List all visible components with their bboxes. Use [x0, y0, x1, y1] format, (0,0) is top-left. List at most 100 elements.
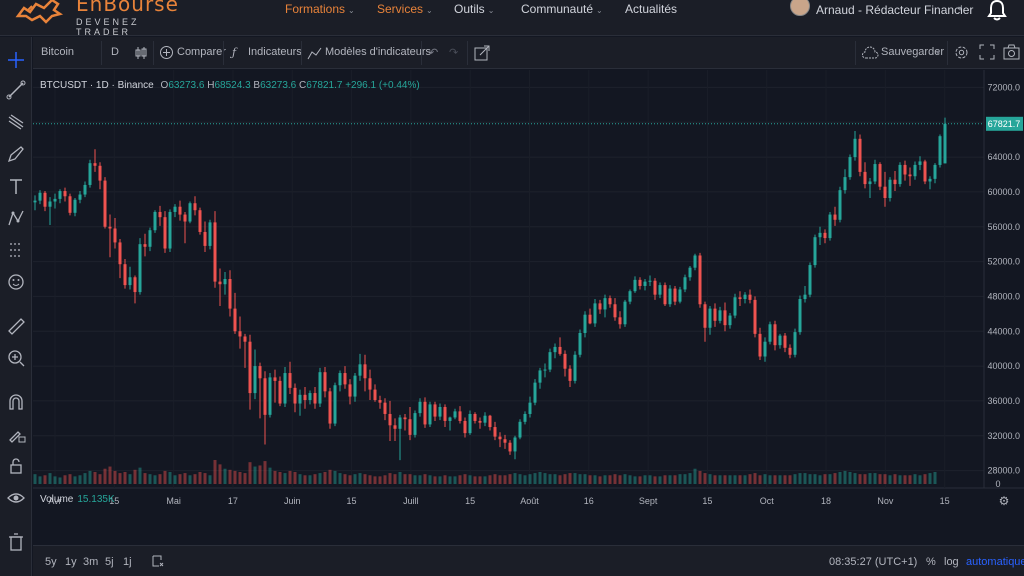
save-button[interactable]: Sauvegarder [881, 46, 944, 58]
nav-label: Actualités [625, 2, 678, 16]
candle-body [73, 199, 77, 213]
volume-bar [188, 475, 192, 484]
candle-body [103, 180, 107, 227]
compare-icon[interactable] [159, 45, 174, 60]
compare-button[interactable]: Comparer [177, 46, 226, 58]
enbourse-logo[interactable]: EnBourse DEVENEZ TRADER [10, 0, 180, 37]
candle-body [48, 201, 52, 207]
candle-style-icon[interactable] [133, 45, 149, 61]
range-5y[interactable]: 5y [45, 556, 57, 568]
magnet-icon[interactable] [5, 391, 27, 413]
redo-icon[interactable]: ↷ [449, 46, 458, 59]
publish-icon[interactable] [474, 45, 490, 61]
brush-icon[interactable] [5, 143, 27, 165]
candle-body [773, 324, 777, 346]
chevron-down-icon: ⌄ [487, 6, 495, 15]
volume-bar [803, 473, 807, 484]
volume-bar [773, 475, 777, 484]
emoji-icon[interactable] [5, 271, 27, 293]
volume-bar [603, 475, 607, 484]
candle-body [123, 264, 127, 286]
cloud-icon[interactable] [861, 46, 879, 60]
candle-body [528, 402, 532, 414]
toolbar-divider [101, 41, 102, 65]
volume-bar [728, 475, 732, 484]
nav-communaute[interactable]: Communauté ⌄ [521, 2, 603, 16]
date-range-icon[interactable] [151, 554, 165, 568]
nav-actualites[interactable]: Actualités [625, 2, 677, 16]
templates-button[interactable]: Modèles d'indicateurs [325, 46, 431, 58]
candle-body [348, 384, 352, 397]
volume-bar [558, 475, 562, 484]
volume-bar [428, 475, 432, 484]
price-chart[interactable]: 28000.0 32000.0 36000.0 40000.0 44000.0 48000… [33, 70, 1024, 521]
volume-bar [418, 475, 422, 484]
candle-body [143, 244, 147, 247]
nav-outils[interactable]: Outils ⌄ [454, 2, 494, 16]
camera-icon[interactable] [1003, 44, 1020, 60]
volume-bar [743, 475, 747, 484]
range-1j[interactable]: 1j [123, 556, 132, 568]
volume-bar [673, 475, 677, 484]
nav-formations[interactable]: Formations ⌄ [285, 2, 355, 16]
pitchfork-icon[interactable] [5, 111, 27, 133]
percent-toggle[interactable]: % [926, 556, 936, 568]
lock-drawing-icon[interactable] [5, 423, 27, 445]
candle-body [898, 164, 902, 185]
x-tick-label: 17 [228, 496, 238, 506]
eye-icon[interactable] [5, 487, 27, 509]
candle-body [833, 214, 837, 220]
range-3m[interactable]: 3m [83, 556, 98, 568]
chevron-down-icon[interactable]: ▾ [936, 48, 940, 57]
volume-bar [648, 475, 652, 484]
candle-body [753, 299, 757, 334]
y-tick-label: 36000.0 [987, 396, 1020, 406]
auto-scale-toggle[interactable]: automatique [966, 556, 1024, 568]
volume-bar [528, 474, 532, 484]
volume-bar [218, 464, 222, 484]
candle-body [408, 419, 412, 435]
volume-bar [278, 472, 282, 484]
candle-body [153, 211, 157, 231]
candle-body [888, 179, 892, 199]
trendline-icon[interactable] [5, 79, 27, 101]
legend-high: 68524.3 [214, 80, 251, 91]
ruler-icon[interactable] [5, 315, 27, 337]
range-5j[interactable]: 5j [105, 556, 114, 568]
undo-icon[interactable]: ↶ [429, 46, 438, 59]
prediction-icon[interactable] [5, 239, 27, 261]
volume-bar [583, 474, 587, 484]
nav-services[interactable]: Services ⌄ [377, 2, 433, 16]
chevron-down-icon: ⌄ [426, 6, 433, 15]
fullscreen-icon[interactable] [979, 44, 995, 60]
range-1y[interactable]: 1y [65, 556, 77, 568]
gear-icon[interactable] [953, 44, 970, 61]
x-tick-label: 15 [702, 496, 712, 506]
volume-bar [98, 474, 102, 484]
candle-body [163, 217, 167, 249]
candle-body [663, 285, 667, 305]
volume-bar [328, 469, 332, 484]
pattern-icon[interactable] [5, 207, 27, 229]
log-toggle[interactable]: log [944, 556, 959, 568]
symbol-search[interactable]: Bitcoin [41, 46, 74, 58]
volume-bar [498, 475, 502, 484]
volume-bar [523, 475, 527, 484]
clock-display[interactable]: 08:35:27 (UTC+1) [829, 556, 917, 568]
trash-icon[interactable] [5, 531, 27, 553]
text-icon[interactable] [5, 175, 27, 197]
zoom-in-icon[interactable] [5, 347, 27, 369]
crosshair-icon[interactable] [5, 49, 27, 71]
interval-button[interactable]: D [111, 46, 119, 58]
volume-bar [228, 469, 232, 484]
candle-body [463, 420, 467, 434]
volume-bar [443, 475, 447, 484]
lock-icon[interactable] [5, 455, 27, 477]
templates-icon[interactable] [307, 46, 322, 60]
indicators-icon[interactable]: ƒ [232, 46, 236, 59]
indicators-button[interactable]: Indicateurs [248, 46, 302, 58]
volume-bar [383, 475, 387, 484]
axis-settings-icon[interactable]: ⚙ [999, 494, 1010, 508]
bell-icon[interactable] [986, 0, 1008, 22]
volume-bar [563, 474, 567, 484]
